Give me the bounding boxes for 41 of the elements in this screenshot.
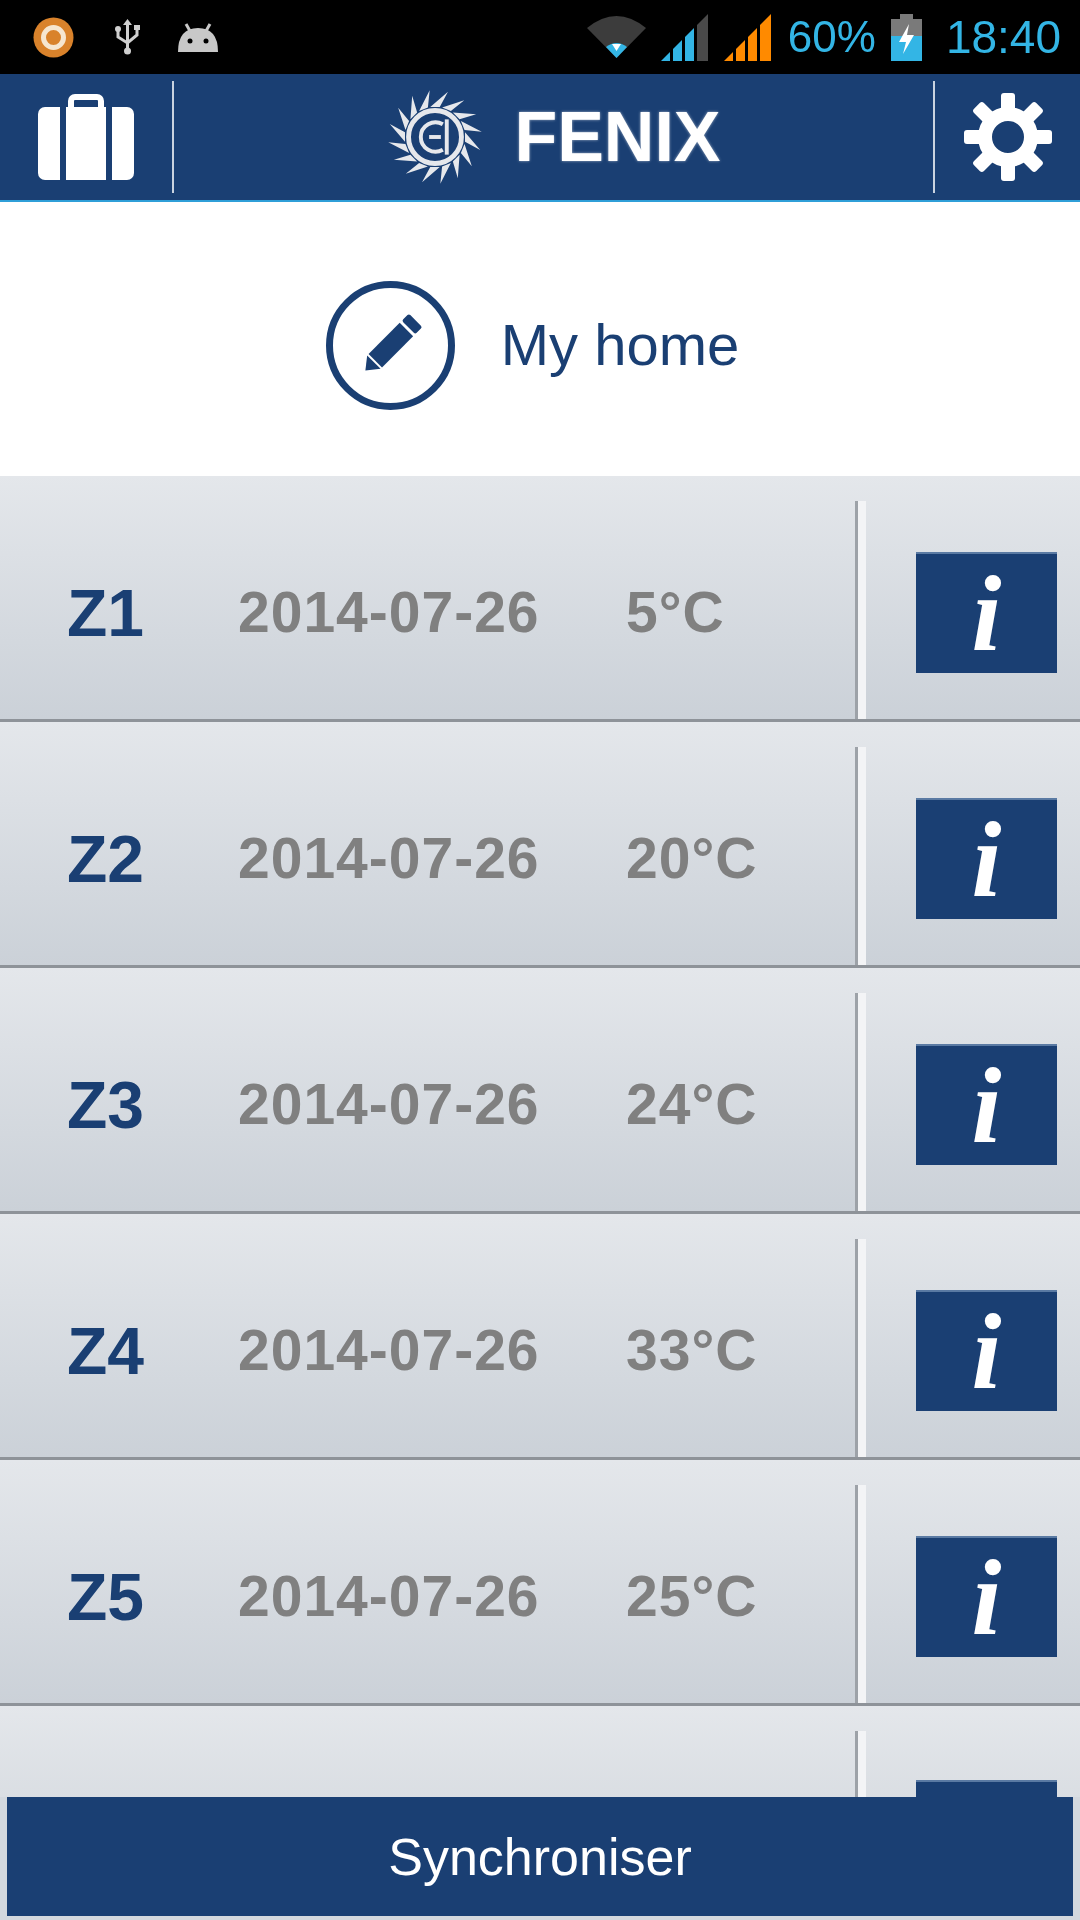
wifi-icon: [586, 16, 646, 58]
info-button[interactable]: i: [916, 552, 1057, 673]
zone-row[interactable]: Z5 2014-07-26 25°C i: [0, 1460, 1080, 1706]
zone-temperature: 33°C: [626, 1322, 759, 1379]
signal-icon: [660, 13, 709, 61]
zone-name: Z4: [67, 1317, 146, 1384]
settings-icon[interactable]: [962, 92, 1053, 182]
clock-time: 18:40: [945, 14, 1061, 60]
battery-percentage: 60%: [787, 15, 876, 59]
zone-name: Z3: [67, 1071, 146, 1138]
zone-row[interactable]: Z4 2014-07-26 33°C i: [0, 1214, 1080, 1460]
info-button[interactable]: i: [916, 1044, 1057, 1165]
info-button[interactable]: i: [916, 798, 1057, 919]
app-icon: [33, 16, 74, 58]
zone-row[interactable]: Z2 2014-07-26 20°C i: [0, 722, 1080, 968]
zone-date: 2014-07-26: [238, 584, 541, 641]
zone-date: 2014-07-26: [238, 1076, 541, 1133]
zone-temperature: 5°C: [626, 584, 726, 641]
zone-name: Z2: [67, 825, 146, 892]
info-button[interactable]: i: [916, 1290, 1057, 1411]
zone-temperature: 25°C: [626, 1568, 759, 1625]
app-title: FENIX: [514, 102, 721, 172]
zone-date: 2014-07-26: [238, 1322, 541, 1379]
synchronise-button[interactable]: Synchroniser: [7, 1797, 1073, 1916]
zone-name: Z5: [67, 1563, 146, 1630]
briefcase-icon[interactable]: [38, 94, 134, 180]
home-name: My home: [500, 311, 740, 380]
info-button[interactable]: i: [916, 1536, 1057, 1657]
robot-icon: [176, 22, 220, 52]
zone-date: 2014-07-26: [238, 830, 541, 887]
zone-temperature: 20°C: [626, 830, 759, 887]
signal-icon: [723, 13, 772, 61]
zone-row[interactable]: Z3 2014-07-26 24°C i: [0, 968, 1080, 1214]
edit-icon[interactable]: [324, 279, 456, 411]
usb-icon: [114, 19, 141, 55]
battery-icon: [890, 13, 922, 61]
zone-row[interactable]: Z1 2014-07-26 5°C i: [0, 476, 1080, 722]
zone-date: 2014-07-26: [238, 1568, 541, 1625]
zone-name: Z1: [67, 579, 146, 646]
zone-temperature: 24°C: [626, 1076, 759, 1133]
zone-row[interactable]: [0, 1706, 1080, 1797]
